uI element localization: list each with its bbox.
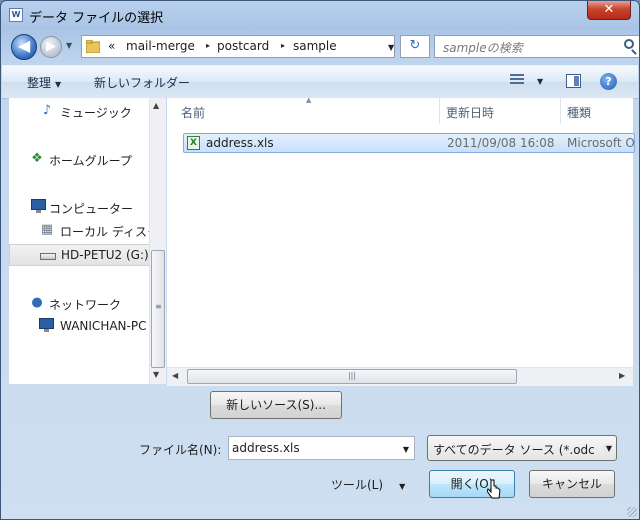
nav-item-label: コンピューター xyxy=(49,202,134,216)
search-placeholder: sampleの検索 xyxy=(443,41,523,55)
nav-pane-vertical-scrollbar[interactable]: ▲ ≡ ▼ xyxy=(149,98,166,384)
file-list-horizontal-scrollbar[interactable]: ◀ ||| ▶ xyxy=(167,367,633,386)
tools-menu-button[interactable]: ツール(L) ▼ xyxy=(331,476,405,493)
organize-menu-button[interactable]: 整理 ▼ xyxy=(27,74,61,91)
chevron-down-icon: ▼ xyxy=(55,80,62,89)
file-type-select[interactable]: すべてのデータ ソース (*.odc ▼ xyxy=(427,435,617,461)
scroll-thumb[interactable]: ≡ xyxy=(151,250,165,368)
nav-item-homegroup[interactable]: ❖ ホームグループ xyxy=(9,148,149,170)
local-disk-icon: ▦ xyxy=(40,222,54,237)
file-name-field[interactable]: address.xls ▼ xyxy=(228,436,415,460)
sort-ascending-icon: ▲ xyxy=(306,96,312,104)
column-header-type[interactable]: 種類 xyxy=(561,98,633,124)
nav-item-label: HD-PETU2 (G:) xyxy=(61,248,149,262)
scroll-left-icon[interactable]: ◀ xyxy=(172,371,178,380)
breadcrumb-sample[interactable]: sample xyxy=(293,39,337,53)
word-app-icon: W xyxy=(9,8,23,22)
file-type-value: すべてのデータ ソース (*.odc xyxy=(433,443,595,457)
drive-icon xyxy=(40,253,56,260)
homegroup-icon: ❖ xyxy=(31,151,43,166)
recent-locations-dropdown[interactable]: ▼ xyxy=(66,40,76,52)
nav-item-music[interactable]: ♪ ミュージック xyxy=(9,100,149,122)
file-name-cell: address.xls xyxy=(206,136,274,150)
title-bar[interactable]: W データ ファイルの選択 ✕ xyxy=(1,1,639,29)
file-name-value: address.xls xyxy=(232,441,300,455)
computer-icon xyxy=(31,199,46,213)
nav-item-label: WANICHAN-PC xyxy=(60,319,147,333)
scroll-up-icon[interactable]: ▲ xyxy=(153,101,159,110)
file-type-cell: Microsoft O xyxy=(567,136,635,150)
chevron-down-icon: ▼ xyxy=(399,482,406,491)
file-modified-cell: 2011/09/08 16:08 xyxy=(447,136,555,150)
navigation-pane: ♪ ミュージック ❖ ホームグループ コンピューター ▦ ローカル ディスク H… xyxy=(9,98,166,384)
excel-file-icon: X xyxy=(187,136,200,150)
breadcrumb-separator-icon[interactable]: ▸ xyxy=(206,41,210,50)
address-bar[interactable]: « mail-merge ▸ postcard ▸ sample ▼ xyxy=(81,35,395,58)
scroll-thumb[interactable]: ||| xyxy=(187,369,517,384)
nav-item-label: ミュージック xyxy=(60,106,132,120)
search-icon[interactable] xyxy=(624,39,634,49)
column-header-modified[interactable]: 更新日時 xyxy=(440,98,560,124)
file-list-pane: 名前 ▲ 更新日時 種類 X address.xls 2011/09/08 16… xyxy=(167,96,635,386)
file-dialog-window: W データ ファイルの選択 ✕ ◀ ▶ ▼ « mail-merge ▸ pos… xyxy=(0,0,640,520)
view-dropdown-icon[interactable]: ▼ xyxy=(537,77,543,86)
forward-button[interactable]: ▶ xyxy=(40,36,62,58)
window-title: データ ファイルの選択 xyxy=(29,11,164,26)
folder-icon xyxy=(86,40,100,53)
navigation-bar: ◀ ▶ ▼ « mail-merge ▸ postcard ▸ sample ▼… xyxy=(9,32,639,62)
scroll-down-icon[interactable]: ▼ xyxy=(153,370,159,379)
chevron-down-icon[interactable]: ▼ xyxy=(602,444,612,453)
nav-item-computer[interactable]: コンピューター xyxy=(9,196,149,218)
scroll-grip-icon: ≡ xyxy=(155,302,162,311)
nav-item-wanichan-pc[interactable]: WANICHAN-PC xyxy=(9,315,149,337)
search-input[interactable]: sampleの検索 xyxy=(434,35,639,58)
column-name-label: 名前 xyxy=(181,106,206,120)
network-icon: ● xyxy=(31,295,43,310)
file-name-label: ファイル名(N): xyxy=(139,443,222,457)
nav-item-label: ローカル ディスク xyxy=(60,225,159,239)
nav-item-hd-petu2[interactable]: HD-PETU2 (G:) xyxy=(9,244,150,266)
nav-item-local-disk[interactable]: ▦ ローカル ディスク xyxy=(9,219,159,241)
preview-pane-icon[interactable] xyxy=(566,74,581,88)
breadcrumb-mail-merge[interactable]: mail-merge xyxy=(126,39,195,53)
command-toolbar: 整理 ▼ 新しいフォルダー ▼ ? xyxy=(2,65,638,99)
cancel-button[interactable]: キャンセル xyxy=(529,470,615,498)
open-button[interactable]: 開く(O) xyxy=(429,470,515,498)
nav-item-label: ネットワーク xyxy=(49,298,122,312)
breadcrumb-separator-icon[interactable]: ▸ xyxy=(281,41,285,50)
address-dropdown-icon[interactable]: ▼ xyxy=(388,43,394,52)
chevron-down-icon[interactable]: ▼ xyxy=(403,445,409,454)
back-button[interactable]: ◀ xyxy=(11,34,37,60)
table-row[interactable]: X address.xls 2011/09/08 16:08 Microsoft… xyxy=(183,133,635,153)
refresh-button[interactable]: ↻ xyxy=(400,35,430,58)
view-options-icon[interactable] xyxy=(510,74,524,86)
close-button[interactable]: ✕ xyxy=(587,1,631,20)
music-icon: ♪ xyxy=(42,103,52,118)
organize-label: 整理 xyxy=(27,76,52,90)
column-modified-label: 更新日時 xyxy=(446,106,495,120)
breadcrumb-overflow[interactable]: « xyxy=(108,39,115,53)
nav-item-label: ホームグループ xyxy=(49,154,132,168)
new-source-button[interactable]: 新しいソース(S)... xyxy=(210,391,342,419)
scroll-right-icon[interactable]: ▶ xyxy=(619,371,625,380)
column-type-label: 種類 xyxy=(567,106,592,120)
resize-grip-icon[interactable] xyxy=(627,507,637,517)
help-icon[interactable]: ? xyxy=(600,73,617,90)
nav-item-network[interactable]: ● ネットワーク xyxy=(9,292,149,314)
pc-icon xyxy=(39,318,54,332)
tools-label: ツール(L) xyxy=(331,478,384,492)
breadcrumb-postcard[interactable]: postcard xyxy=(217,39,269,53)
mouse-cursor-icon xyxy=(487,479,501,499)
new-folder-button[interactable]: 新しいフォルダー xyxy=(94,74,190,91)
